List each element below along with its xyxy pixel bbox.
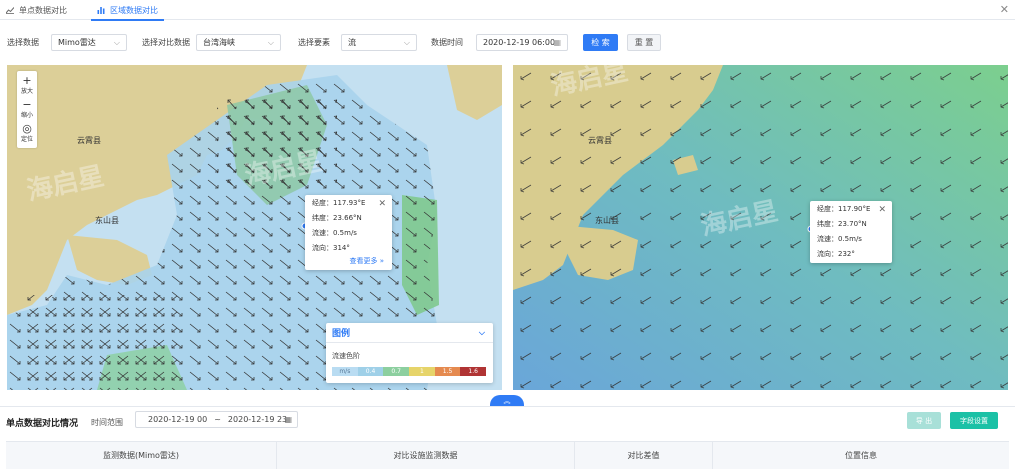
column-header[interactable]: 监测数据(Mimo雷达) [6, 442, 277, 469]
data-select-label: 选择数据 [7, 38, 39, 47]
popup-speed: 流速：0.5m/s [817, 234, 862, 243]
popup-dir: 流向：314° [312, 243, 350, 252]
popup-dir: 流向：232° [817, 249, 855, 258]
map-left[interactable]: 海启星 海启星 云霄县 东山县 + 放大 − 缩小 ◎ 定位 ✕ 经度：117.93°… [7, 65, 502, 390]
map-right[interactable]: 海启星 海启星 云霄县 东山县 ✕ 经度：117.90°E 纬度：23.70°N… [513, 65, 1008, 390]
popup-speed: 流速：0.5m/s [312, 228, 357, 237]
time-field[interactable]: 2020-12-19 06:00 ▦ [476, 34, 568, 51]
table-header: 监测数据(Mimo雷达) 对比设施监测数据 对比差值 位置信息 [6, 441, 1009, 469]
locate-label: 定位 [20, 136, 33, 143]
element-select-value: 流 [348, 38, 356, 47]
legend-panel: 图例 ⌵ 流速色阶 m/s 0.4 0.7 1 1.5 1.6 [326, 323, 493, 383]
time-field-label: 数据时间 [431, 38, 463, 47]
point-popup-right: ✕ 经度：117.90°E 纬度：23.70°N 流速：0.5m/s 流向：23… [810, 201, 892, 263]
popup-lat: 纬度：23.70°N [817, 219, 867, 228]
see-more-label: 查看更多 [349, 257, 378, 265]
section-title: 单点数据对比情况 [6, 419, 79, 429]
double-chevron-up-icon: ︽ [503, 397, 511, 405]
date-end: 2020-12-19 23 [227, 415, 288, 424]
legend-stop: 1.5 [434, 367, 461, 376]
double-chevron-right-icon: » [379, 257, 384, 265]
column-header[interactable]: 对比差值 [575, 442, 713, 469]
legend-title: 图例 [332, 329, 351, 339]
legend-stop: 0.4 [357, 367, 384, 376]
tab-region-label: 区域数据对比 [110, 5, 158, 15]
legend-stop: 1 [409, 367, 435, 376]
locate-icon: ◎ [22, 122, 32, 135]
tab-region[interactable]: 区域数据对比 [91, 0, 164, 21]
column-header[interactable]: 对比设施监测数据 [277, 442, 575, 469]
bar-chart-icon [97, 6, 105, 14]
see-more-link[interactable]: 查看更多 » [349, 256, 384, 266]
data-select-value: Mimo雷达 [58, 38, 96, 47]
chevron-down-icon[interactable]: ⌵ [479, 328, 485, 338]
minus-icon: − [22, 98, 32, 111]
legend-stop: 1.6 [460, 367, 487, 376]
close-icon[interactable]: ✕ [878, 205, 886, 215]
current-arrows-sw [27, 295, 177, 390]
chevron-down-icon: ⌵ [403, 38, 410, 47]
element-select[interactable]: 流 ⌵ [341, 34, 417, 51]
county-label: 云霄县 [588, 136, 612, 145]
map-zoom-control: + 放大 − 缩小 ◎ 定位 [17, 71, 37, 148]
legend-subtitle: 流速色阶 [332, 352, 360, 360]
legend-header[interactable]: 图例 ⌵ [326, 323, 493, 343]
date-start: 2020-12-19 00 [148, 415, 208, 424]
date-separator: ~ [214, 415, 221, 424]
tab-single-point-label: 单点数据对比 [19, 5, 67, 15]
compare-select-value: 台湾海峡 [203, 38, 235, 47]
legend-stop: m/s [332, 367, 358, 376]
close-icon[interactable]: ✕ [1000, 3, 1009, 16]
county-label: 东山县 [95, 215, 119, 225]
search-button[interactable]: 检 索 [583, 34, 618, 51]
plus-icon: + [22, 74, 32, 87]
date-range-picker[interactable]: 2020-12-19 00 ~ 2020-12-19 23 ▦ [135, 411, 298, 428]
legend-stop: 0.7 [383, 367, 410, 376]
close-icon[interactable]: ✕ [378, 199, 386, 209]
field-settings-button[interactable]: 字段设置 [950, 412, 998, 429]
calendar-icon: ▦ [553, 38, 561, 47]
export-button[interactable]: 导 出 [907, 412, 941, 429]
filter-bar: 选择数据 Mimo雷达 ⌵ 选择对比数据 台湾海峡 ⌵ 选择要素 流 ⌵ 数据时… [0, 34, 1015, 51]
tab-single-point[interactable]: 单点数据对比 [6, 0, 67, 20]
app-root: 单点数据对比 区域数据对比 ✕ 选择数据 Mimo雷达 ⌵ 选择对比数据 台湾海… [0, 0, 1015, 469]
zoom-out-button[interactable]: − 缩小 [21, 97, 33, 121]
point-popup-left: ✕ 经度：117.93°E 纬度：23.66°N 流速：0.5m/s 流向：31… [305, 195, 392, 270]
zoom-out-label: 缩小 [20, 112, 33, 119]
column-header[interactable]: 位置信息 [713, 442, 1009, 469]
chevron-down-icon: ⌵ [267, 38, 274, 47]
map-right-canvas: 海启星 海启星 云霄县 东山县 [513, 65, 1008, 390]
reset-button[interactable]: 重 置 [627, 34, 661, 51]
calendar-icon: ▦ [284, 415, 292, 424]
locate-button[interactable]: ◎ 定位 [21, 121, 33, 145]
divider [0, 406, 1015, 407]
county-label: 云霄县 [77, 136, 101, 145]
zoom-in-label: 放大 [20, 88, 33, 95]
tab-bar: 单点数据对比 区域数据对比 ✕ [0, 0, 1015, 21]
legend-color-bar: m/s 0.4 0.7 1 1.5 1.6 [332, 367, 487, 376]
data-select[interactable]: Mimo雷达 ⌵ [51, 34, 127, 51]
compare-select[interactable]: 台湾海峡 ⌵ [196, 34, 281, 51]
zoom-in-button[interactable]: + 放大 [21, 73, 33, 97]
line-chart-icon [6, 6, 14, 14]
time-field-value: 2020-12-19 06:00 [483, 38, 556, 47]
chevron-down-icon: ⌵ [113, 38, 120, 47]
element-select-label: 选择要素 [298, 38, 330, 47]
county-label: 东山县 [595, 215, 619, 225]
popup-lat: 纬度：23.66°N [312, 213, 362, 222]
compare-select-label: 选择对比数据 [142, 38, 190, 47]
time-range-label: 时间范围 [91, 418, 123, 427]
